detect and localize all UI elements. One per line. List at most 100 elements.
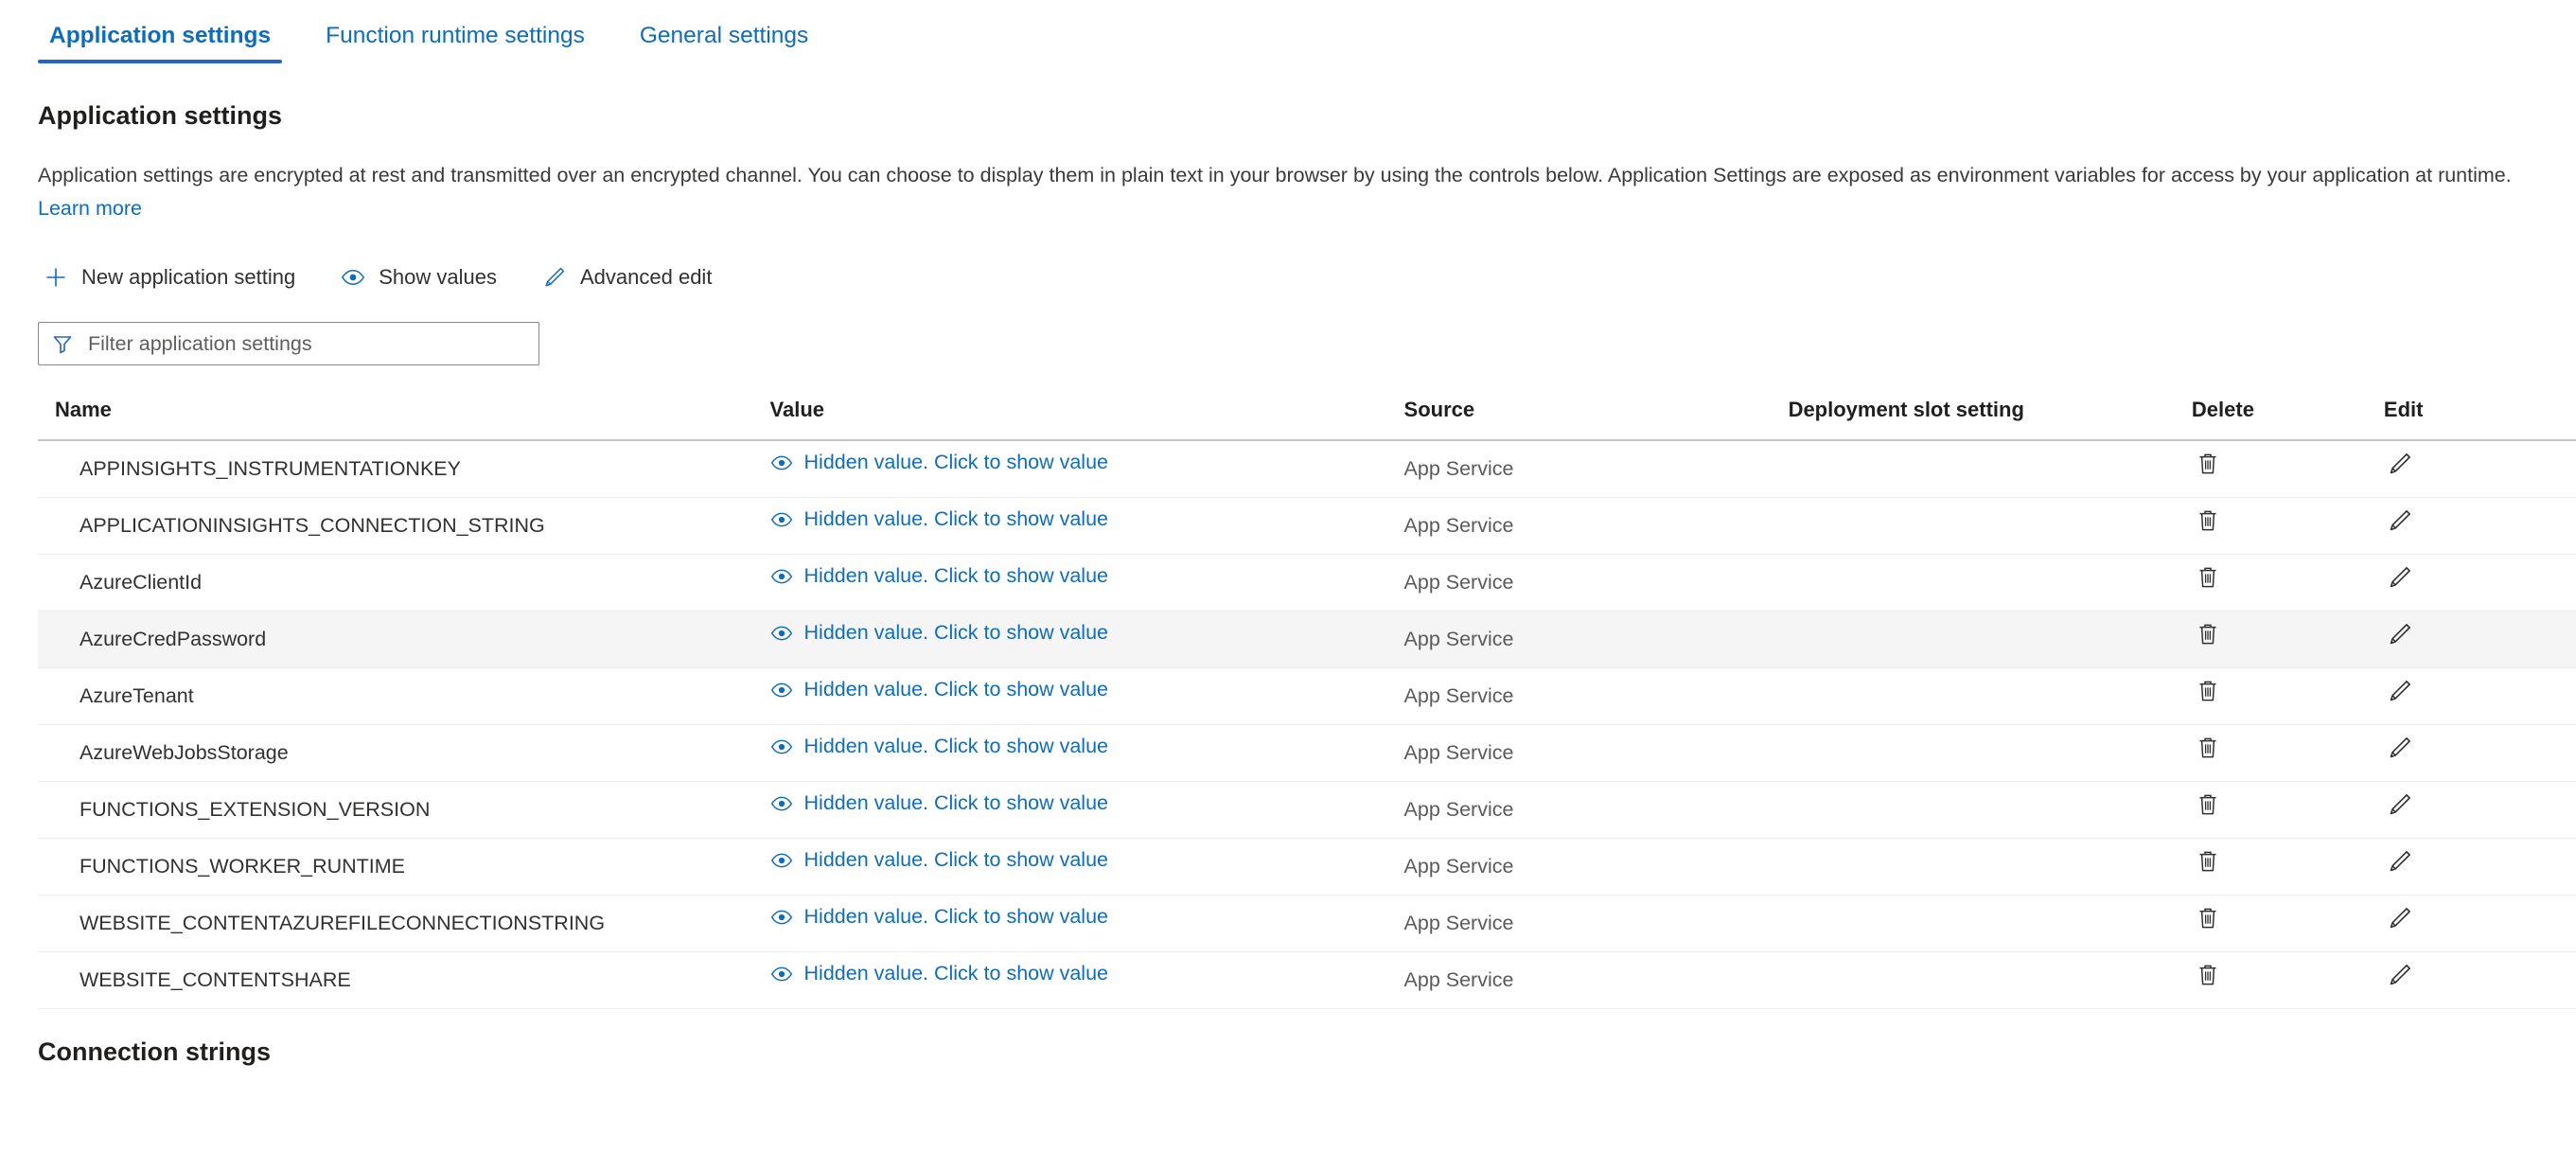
hidden-value-link[interactable]: Hidden value. Click to show value — [770, 906, 1108, 929]
setting-name: AzureTenant — [79, 684, 194, 708]
show-values-label: Show values — [379, 265, 497, 290]
command-bar: New application setting Show values Adva… — [38, 256, 2576, 299]
table-row[interactable]: AzureTenant Hidden value. Click to show v… — [38, 667, 2576, 726]
trash-icon — [2196, 791, 2220, 821]
hidden-value-link[interactable]: Hidden value. Click to show value — [770, 792, 1108, 815]
delete-setting-button[interactable] — [2192, 563, 2224, 595]
edit-setting-button[interactable] — [2384, 790, 2416, 823]
setting-name: FUNCTIONS_EXTENSION_VERSION — [79, 798, 431, 822]
setting-source: App Service — [1403, 514, 1514, 538]
learn-more-link[interactable]: Learn more — [38, 197, 142, 220]
edit-setting-button[interactable] — [2384, 734, 2416, 766]
tab-application-settings[interactable]: Application settings — [38, 0, 283, 63]
delete-setting-button[interactable] — [2192, 790, 2224, 823]
table-row[interactable]: FUNCTIONS_EXTENSION_VERSION Hidden value.… — [38, 781, 2576, 840]
tab-general-settings[interactable]: General settings — [628, 0, 820, 63]
table-row[interactable]: AzureCredPassword Hidden value. Click to … — [38, 611, 2576, 669]
hidden-value-link[interactable]: Hidden value. Click to show value — [770, 849, 1108, 872]
setting-source: App Service — [1403, 457, 1514, 481]
hidden-value-link[interactable]: Hidden value. Click to show value — [770, 508, 1108, 531]
trash-icon — [2196, 678, 2220, 707]
table-row[interactable]: WEBSITE_CONTENTSHARE Hidden value. Click … — [38, 951, 2576, 1010]
settings-tabs: Application settings Function runtime se… — [0, 0, 2576, 76]
table-row[interactable]: APPLICATIONINSIGHTS_CONNECTION_STRING Hid… — [38, 497, 2576, 556]
hidden-value-link[interactable]: Hidden value. Click to show value — [770, 622, 1108, 645]
hidden-value-label: Hidden value. Click to show value — [803, 677, 1109, 701]
setting-source: App Service — [1403, 798, 1514, 822]
description-text: Application settings are encrypted at re… — [38, 164, 2512, 187]
hidden-value-link[interactable]: Hidden value. Click to show value — [770, 963, 1108, 985]
setting-source: App Service — [1403, 855, 1514, 878]
edit-setting-button[interactable] — [2384, 677, 2416, 709]
eye-icon — [770, 622, 793, 645]
edit-setting-button[interactable] — [2384, 450, 2416, 482]
advanced-edit-button[interactable]: Advanced edit — [537, 261, 717, 293]
delete-setting-button[interactable] — [2192, 734, 2224, 766]
edit-setting-button[interactable] — [2384, 961, 2416, 993]
delete-setting-button[interactable] — [2192, 961, 2224, 993]
delete-setting-button[interactable] — [2192, 904, 2224, 936]
table-row[interactable]: WEBSITE_CONTENTAZUREFILECONNECTIONSTRING… — [38, 895, 2576, 953]
setting-source: App Service — [1403, 968, 1514, 992]
setting-name: AzureClientId — [79, 571, 203, 594]
new-application-setting-label: New application setting — [81, 265, 296, 290]
column-header-delete[interactable]: Delete — [2191, 398, 2384, 442]
hidden-value-link[interactable]: Hidden value. Click to show value — [770, 452, 1108, 474]
edit-setting-button[interactable] — [2384, 506, 2416, 539]
table-header-row: Name Value Source Deployment slot settin… — [38, 398, 2576, 442]
column-header-edit[interactable]: Edit — [2383, 398, 2576, 442]
delete-setting-button[interactable] — [2192, 450, 2224, 482]
setting-name: APPLICATIONINSIGHTS_CONNECTION_STRING — [79, 514, 545, 538]
column-header-name[interactable]: Name — [38, 398, 770, 442]
setting-source: App Service — [1403, 741, 1514, 765]
search-input[interactable] — [86, 330, 527, 357]
delete-setting-button[interactable] — [2192, 506, 2224, 539]
column-header-source[interactable]: Source — [1403, 398, 1789, 442]
table-row[interactable]: AzureWebJobsStorage Hidden value. Click t… — [38, 724, 2576, 783]
delete-setting-button[interactable] — [2192, 677, 2224, 709]
new-application-setting-button[interactable]: New application setting — [38, 261, 301, 293]
deployment-slot-setting-cell — [1788, 497, 2192, 556]
edit-setting-button[interactable] — [2384, 847, 2416, 879]
hidden-value-label: Hidden value. Click to show value — [803, 563, 1109, 587]
trash-icon — [2196, 848, 2220, 878]
connection-strings-title: Connection strings — [38, 1038, 272, 1067]
column-header-value[interactable]: Value — [769, 398, 1404, 442]
table-row[interactable]: FUNCTIONS_WORKER_RUNTIME Hidden value. Cl… — [38, 838, 2576, 896]
hidden-value-label: Hidden value. Click to show value — [803, 847, 1109, 871]
hidden-value-label: Hidden value. Click to show value — [803, 506, 1109, 530]
column-header-deployment-slot-setting[interactable]: Deployment slot setting — [1788, 398, 2192, 442]
table-header: Name Value Source Deployment slot settin… — [38, 398, 2576, 442]
edit-setting-button[interactable] — [2384, 620, 2416, 652]
hidden-value-label: Hidden value. Click to show value — [803, 904, 1109, 928]
hidden-value-link[interactable]: Hidden value. Click to show value — [770, 565, 1108, 588]
eye-icon — [770, 452, 793, 474]
tab-label: Application settings — [49, 23, 272, 48]
delete-setting-button[interactable] — [2192, 620, 2224, 652]
table-row[interactable]: AzureClientId Hidden value. Click to show… — [38, 554, 2576, 612]
plus-icon — [44, 265, 68, 290]
deployment-slot-setting-cell — [1788, 554, 2192, 612]
hidden-value-label: Hidden value. Click to show value — [803, 734, 1109, 757]
deployment-slot-setting-cell — [1788, 667, 2192, 726]
eye-icon — [770, 906, 793, 929]
advanced-edit-label: Advanced edit — [580, 265, 713, 290]
tab-function-runtime-settings[interactable]: Function runtime settings — [314, 0, 596, 63]
deployment-slot-setting-cell — [1788, 611, 2192, 669]
deployment-slot-setting-cell — [1788, 838, 2192, 896]
filter-application-settings[interactable] — [38, 322, 539, 366]
hidden-value-link[interactable]: Hidden value. Click to show value — [770, 736, 1108, 758]
setting-name: FUNCTIONS_WORKER_RUNTIME — [79, 855, 406, 878]
setting-name: WEBSITE_CONTENTSHARE — [79, 968, 351, 992]
hidden-value-label: Hidden value. Click to show value — [803, 961, 1109, 984]
hidden-value-link[interactable]: Hidden value. Click to show value — [770, 679, 1108, 701]
eye-icon — [770, 736, 793, 758]
table-row[interactable]: APPINSIGHTS_INSTRUMENTATIONKEY Hidden val… — [38, 440, 2576, 499]
edit-setting-button[interactable] — [2384, 904, 2416, 936]
delete-setting-button[interactable] — [2192, 847, 2224, 879]
pencil-icon — [2387, 507, 2413, 537]
deployment-slot-setting-cell — [1788, 951, 2192, 1010]
edit-setting-button[interactable] — [2384, 563, 2416, 595]
deployment-slot-setting-cell — [1788, 440, 2192, 499]
show-values-button[interactable]: Show values — [335, 261, 503, 293]
